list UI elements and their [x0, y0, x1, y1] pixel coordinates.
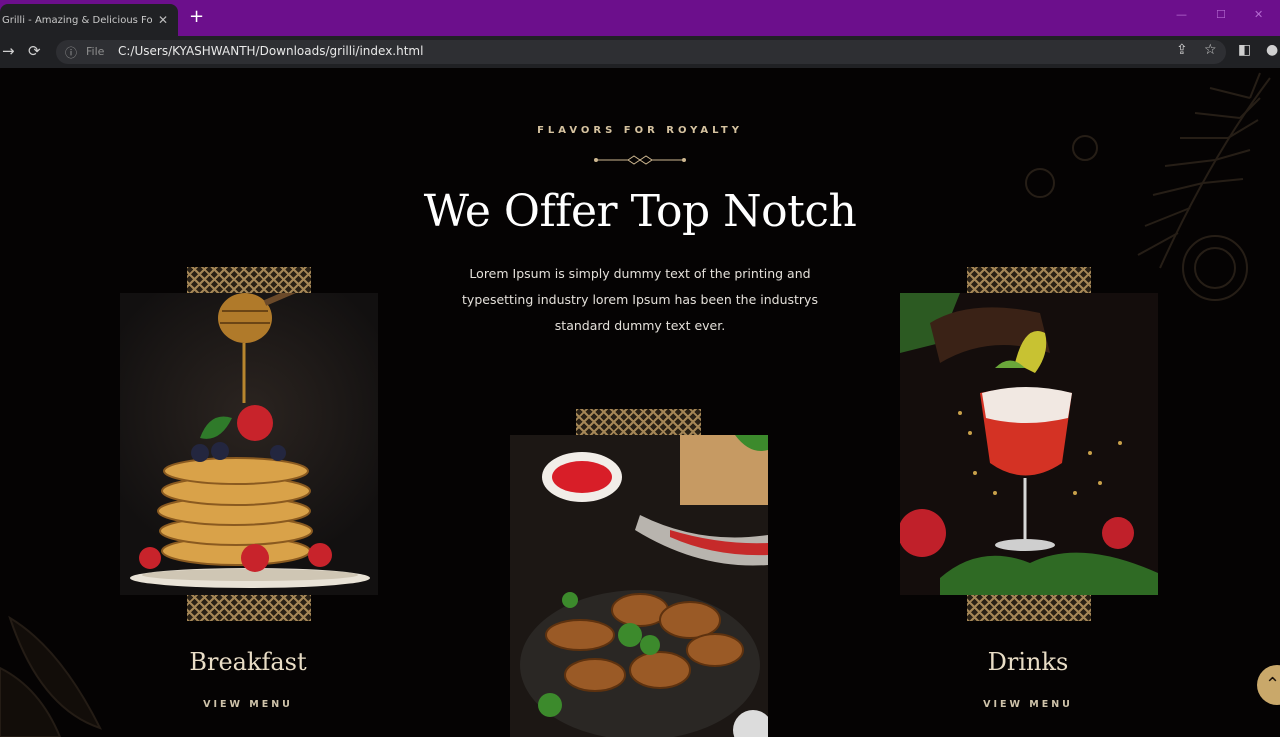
reload-icon[interactable]: ⟳: [28, 42, 41, 60]
card-pattern-top-drinks: [967, 267, 1091, 293]
leaf-decoration-bottom-icon: [0, 615, 102, 737]
separator-ornament-icon: [594, 155, 686, 165]
card-pattern-top-center: [576, 409, 701, 435]
browser-tab[interactable]: Grilli - Amazing & Delicious Food ✕: [0, 4, 178, 36]
view-menu-link-breakfast[interactable]: VIEW MENU: [118, 699, 378, 710]
page-content: FLAVORS FOR ROYALTY We Offer Top Notch L…: [0, 68, 1280, 737]
card-pattern-bottom-drinks: [967, 595, 1091, 621]
maximize-icon[interactable]: ☐: [1216, 8, 1226, 21]
url-text[interactable]: C:/Users/KYASHWANTH/Downloads/grilli/ind…: [118, 44, 423, 58]
close-window-icon[interactable]: ✕: [1254, 8, 1263, 21]
side-panel-icon[interactable]: ◧: [1238, 42, 1251, 58]
card-title-breakfast: Breakfast: [189, 648, 307, 676]
url-scheme-label: File: [86, 45, 105, 58]
card-pattern-bottom: [187, 595, 311, 621]
back-to-top-button[interactable]: ⌃: [1257, 665, 1280, 705]
card-pattern-top: [187, 267, 311, 293]
browser-tab-strip: Grilli - Amazing & Delicious Food ✕ + — …: [0, 0, 1280, 36]
section-title: We Offer Top Notch: [423, 186, 857, 237]
section-subtitle: FLAVORS FOR ROYALTY: [537, 125, 743, 136]
profile-icon[interactable]: ●: [1266, 42, 1278, 58]
card-title-drinks: Drinks: [987, 648, 1069, 676]
new-tab-button[interactable]: +: [189, 6, 204, 28]
breakfast-image[interactable]: [120, 293, 378, 595]
info-icon[interactable]: ⓘ: [65, 44, 77, 61]
star-icon[interactable]: ☆: [1204, 42, 1217, 58]
section-description: Lorem Ipsum is simply dummy text of the …: [462, 266, 818, 333]
pancakes-photo-icon: [130, 293, 370, 588]
view-menu-link-drinks[interactable]: VIEW MENU: [898, 699, 1158, 710]
grilled-chicken-photo-icon: [510, 435, 768, 737]
browser-toolbar: → ⟳ ⓘ File C:/Users/KYASHWANTH/Downloads…: [0, 36, 1280, 68]
grilled-chicken-image[interactable]: [510, 435, 768, 737]
tab-title: Grilli - Amazing & Delicious Food: [2, 14, 152, 26]
share-icon[interactable]: ⇪: [1176, 42, 1188, 58]
cocktail-photo-icon: [900, 293, 1158, 595]
drinks-image[interactable]: [900, 293, 1158, 595]
tab-close-icon[interactable]: ✕: [158, 13, 168, 27]
arrow-left-icon[interactable]: →: [2, 42, 15, 60]
chevron-up-icon: ⌃: [1265, 674, 1280, 695]
address-bar[interactable]: ⓘ File C:/Users/KYASHWANTH/Downloads/gri…: [56, 40, 1226, 64]
minimize-icon[interactable]: —: [1176, 8, 1187, 21]
